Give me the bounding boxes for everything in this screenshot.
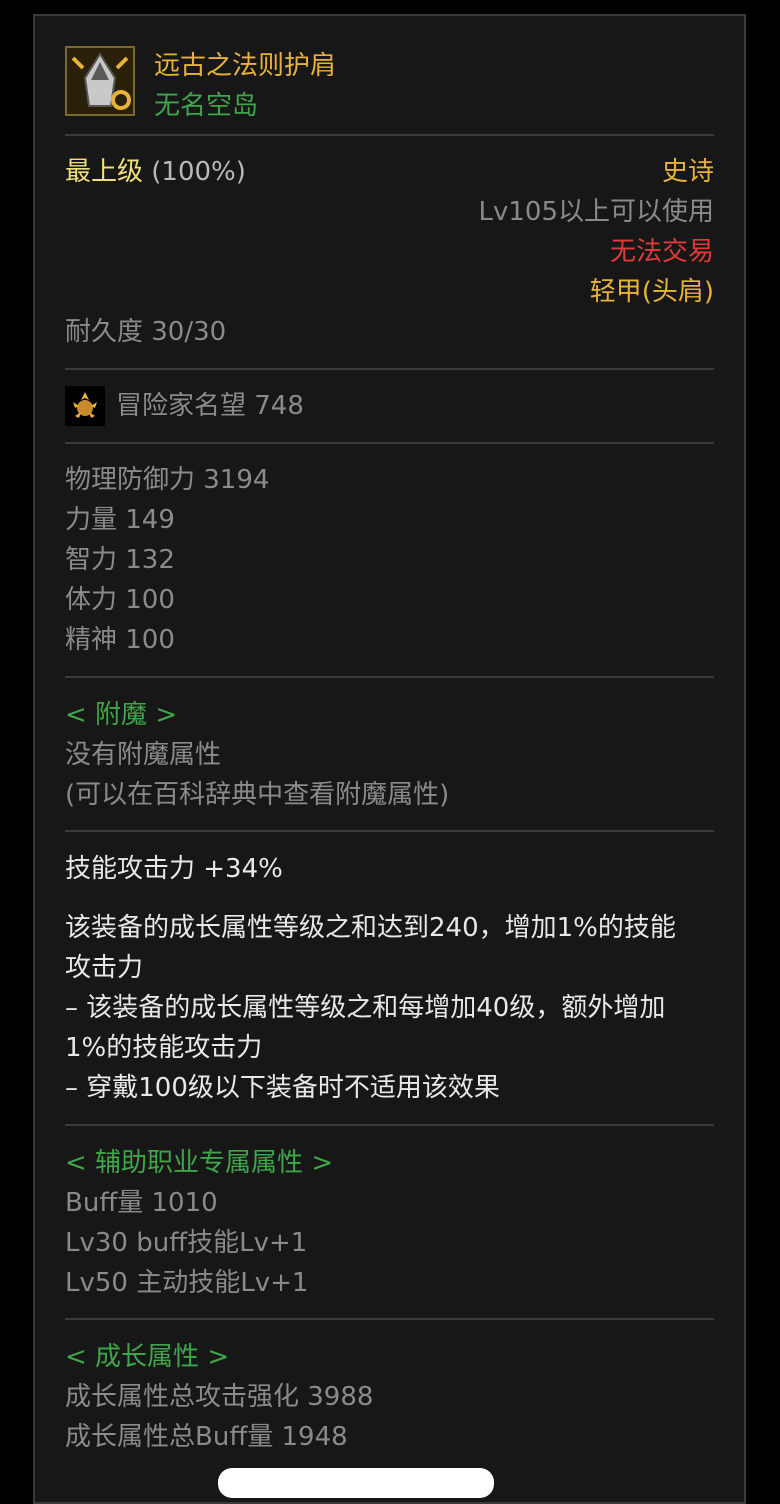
growth-line: 成长属性总Buff量 1948 [65,1422,348,1452]
divider [65,676,714,678]
growth-header: < 成长属性 > [65,1342,230,1372]
support-line: Lv50 主动技能Lv+1 [65,1268,309,1298]
stat-line: 智力 132 [65,545,175,575]
grade-label: 最上级 [65,157,144,187]
divider [65,830,714,832]
item-type: 轻甲(头肩) [589,277,714,307]
divider [65,1318,714,1320]
grade-percent: (100%) [151,157,246,187]
divider [65,1124,714,1126]
item-durability: 耐久度 30/30 [65,317,227,347]
skill-attack-line: 技能攻击力 +34% [65,854,283,884]
item-set-name: 无名空岛 [154,91,259,121]
item-grade: 最上级 (100%) [65,155,246,189]
support-line: Buff量 1010 [65,1188,218,1218]
stat-line: 体力 100 [65,585,175,615]
support-header: < 辅助职业专属属性 > [65,1148,334,1178]
fame-row: 冒险家名望 748 [65,368,714,442]
enchant-header: < 附魔 > [65,700,178,730]
fame-label: 冒险家名望 748 [116,391,304,421]
stat-line: 精神 100 [65,625,175,655]
support-line: Lv30 buff技能Lv+1 [65,1228,308,1258]
skill-desc-line: – 该装备的成长属性等级之和每增加40级，额外增加 [65,993,666,1023]
item-tooltip: 远古之法则护肩 无名空岛 最上级 (100%) 史诗 Lv105以上可以使用 无… [33,14,746,1504]
growth-line: 成长属性总攻击强化 3988 [65,1382,374,1412]
item-level-requirement: Lv105以上可以使用 [478,197,715,227]
home-indicator-bar[interactable] [218,1468,494,1498]
enchant-hint: (可以在百科辞典中查看附魔属性) [65,780,450,810]
item-name: 远古之法则护肩 [154,51,337,81]
stat-line: 物理防御力 3194 [65,465,270,495]
skill-desc-line: 该装备的成长属性等级之和达到240，增加1%的技能 [65,913,676,943]
enchant-status: 没有附魔属性 [65,740,222,770]
skill-desc-line: – 穿戴100级以下装备时不适用该效果 [65,1073,500,1103]
skill-desc-line: 1%的技能攻击力 [65,1033,263,1063]
divider [65,442,714,444]
item-icon [65,46,135,116]
divider [65,134,714,136]
stat-line: 力量 149 [65,505,175,535]
item-rarity: 史诗 [661,157,714,187]
fame-emblem-icon [65,386,105,426]
skill-desc-line: 攻击力 [65,953,144,983]
item-trade-status: 无法交易 [609,237,714,267]
